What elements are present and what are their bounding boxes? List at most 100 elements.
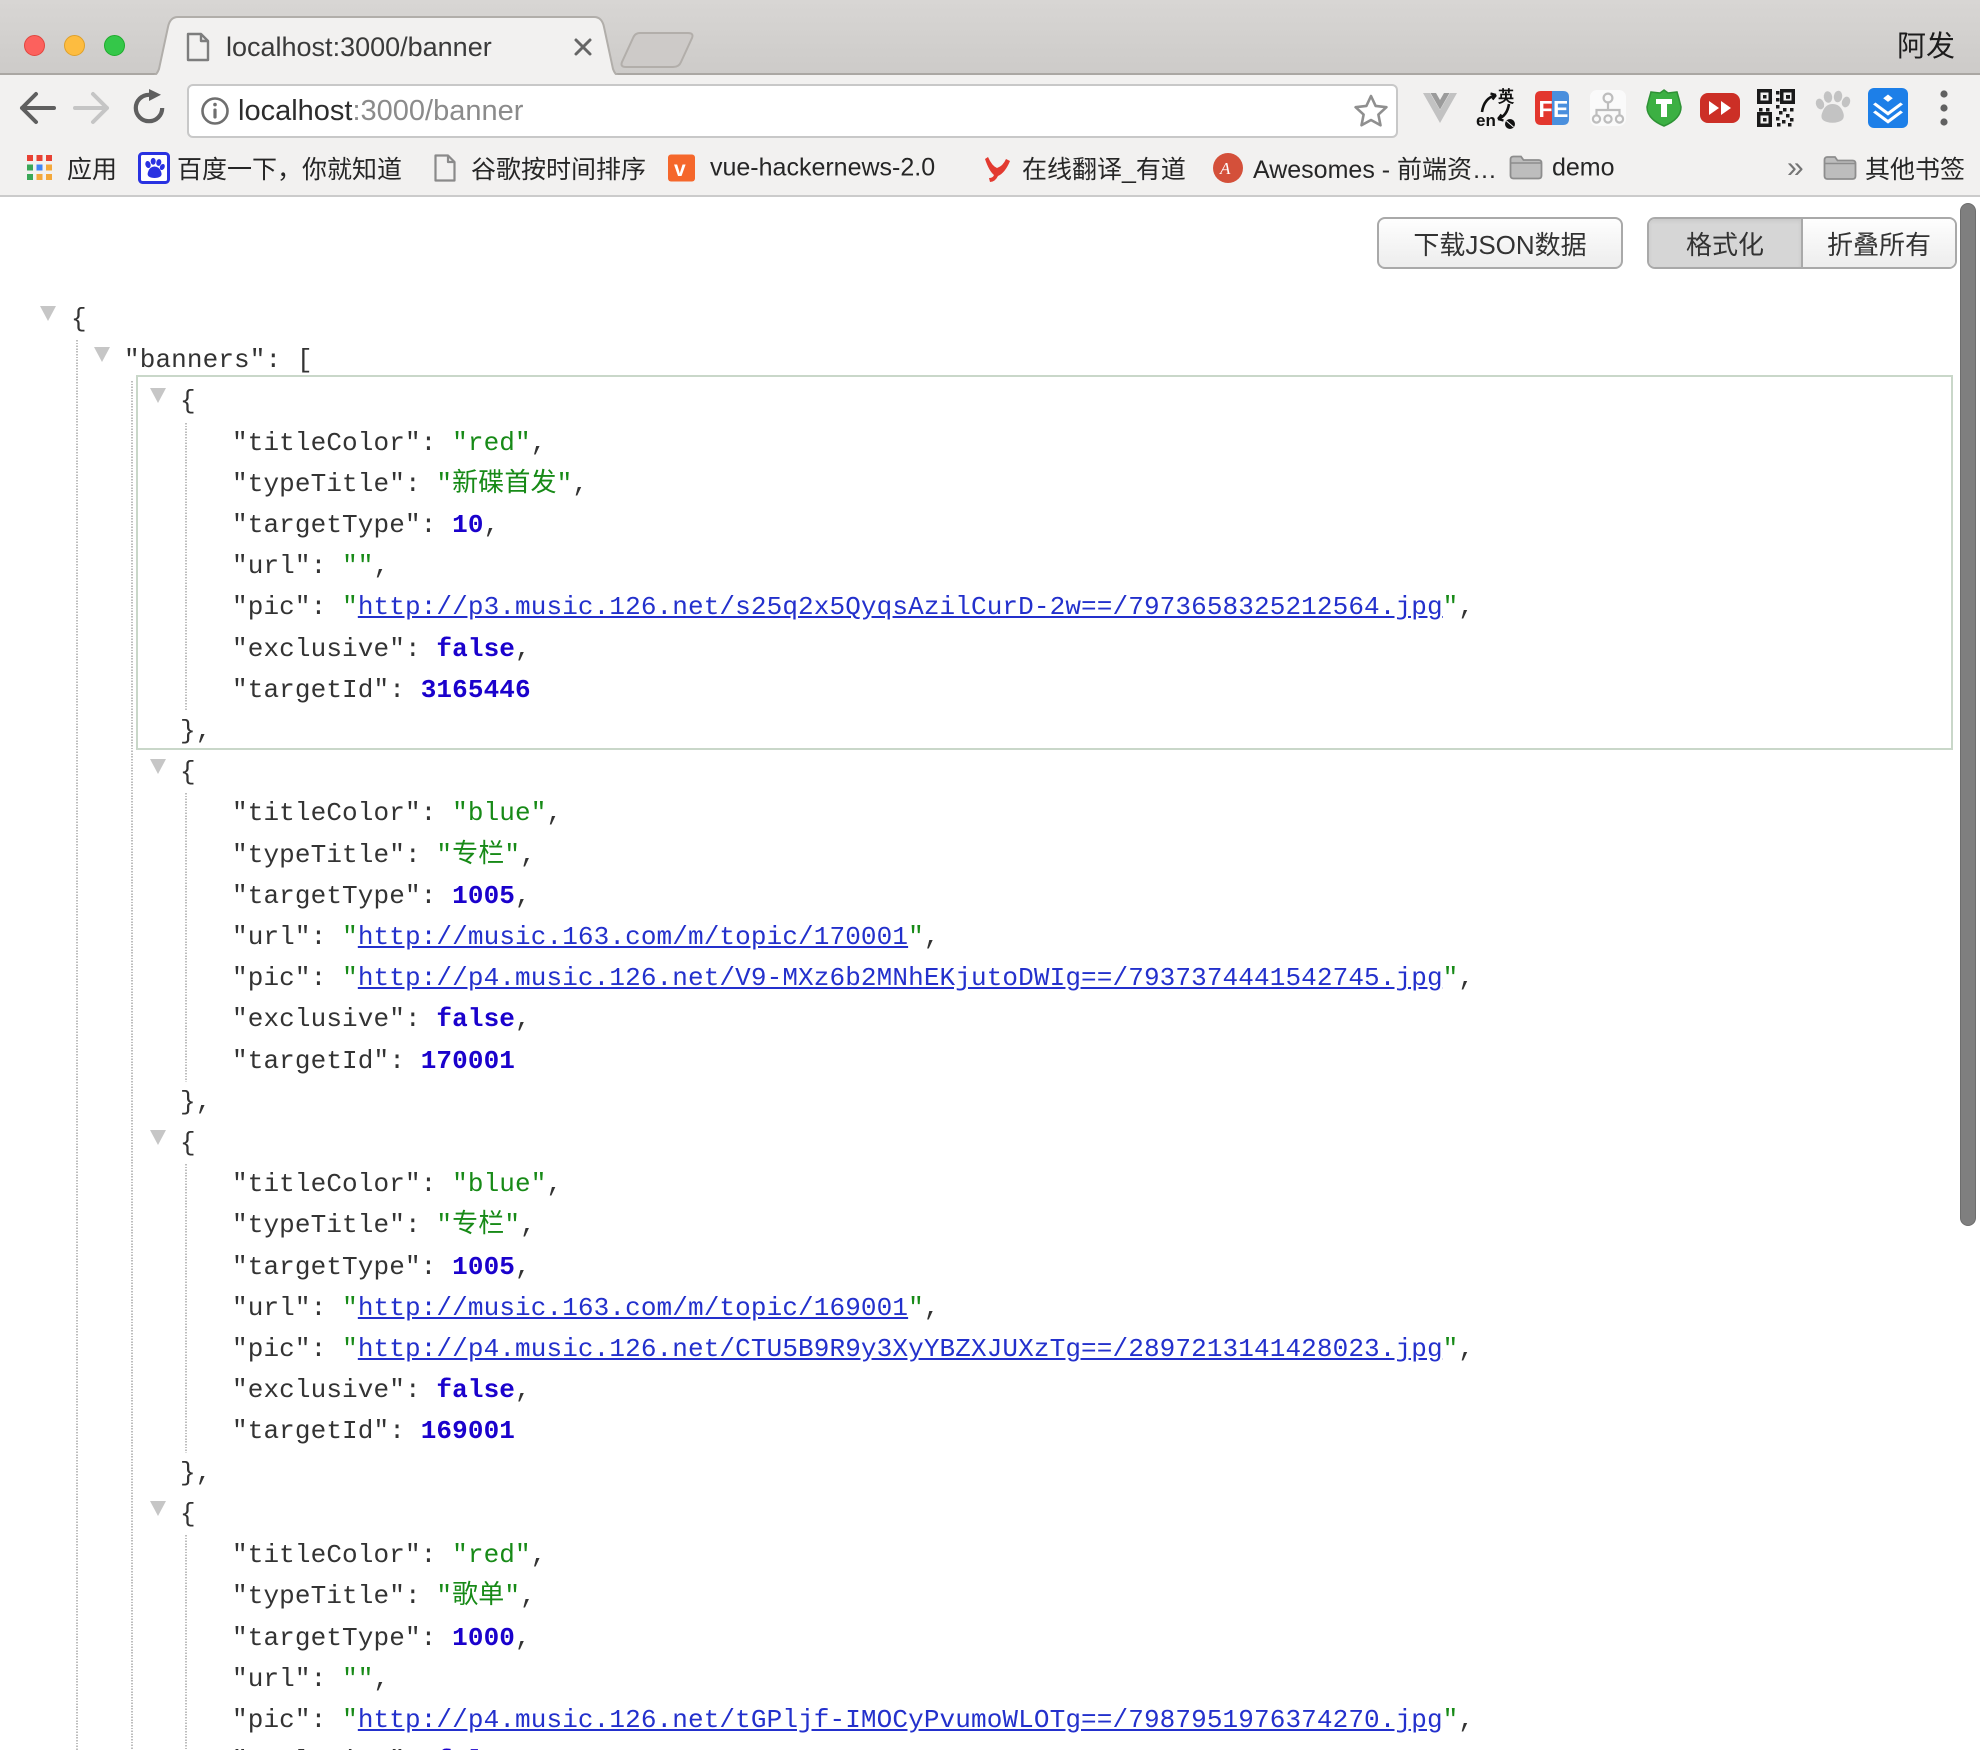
qrcode-icon[interactable] [1748, 80, 1804, 136]
json-key: "targetId" [232, 1416, 389, 1446]
json-property: "exclusive": false, [137, 1741, 1952, 1750]
json-object-open: { [137, 752, 1952, 793]
json-url-link[interactable]: http://p3.music.126.net/s25q2x5QyqsAzilC… [358, 592, 1443, 622]
bookmark-label: 应用 [67, 150, 117, 186]
bookmark-awesomes[interactable]: A Awesomes - 前端资… [1213, 150, 1497, 186]
bookmarks-overflow-chevron[interactable]: » [1787, 151, 1804, 185]
json-url-link[interactable]: http://p4.music.126.net/CTU5B9R9y3XyYBZX… [358, 1334, 1443, 1364]
back-button[interactable] [16, 91, 56, 125]
json-number-value: false [436, 1375, 515, 1405]
bookmark-label: 在线翻译_有道 [1022, 150, 1186, 186]
tab-close-icon[interactable] [568, 32, 598, 62]
json-object-close: }, [137, 1082, 1952, 1123]
translator-icon[interactable]: 英 en [1468, 80, 1524, 136]
bookmark-apps[interactable]: 应用 [27, 150, 117, 186]
json-property: "titleColor": "red", [137, 423, 1952, 464]
json-key: "typeTitle" [232, 840, 405, 870]
juejin-icon[interactable] [1860, 80, 1916, 136]
bookmark-demo-folder[interactable]: demo [1509, 153, 1615, 182]
json-key: "pic" [232, 963, 311, 993]
paw-icon[interactable] [1804, 80, 1860, 136]
json-key: "url" [232, 922, 311, 952]
json-quote: " [342, 1334, 358, 1364]
json-url-link[interactable]: http://music.163.com/m/topic/170001 [358, 922, 908, 952]
format-button[interactable]: 格式化 [1649, 219, 1803, 267]
collapse-triangle-icon[interactable] [40, 306, 56, 321]
json-quote: " [342, 922, 358, 952]
reload-button[interactable] [129, 89, 169, 127]
json-key: "pic" [232, 1705, 311, 1735]
other-bookmarks[interactable]: 其他书签 [1823, 150, 1965, 186]
active-tab[interactable]: localhost:3000/banner [176, 17, 600, 77]
json-number-value: 169001 [421, 1416, 515, 1446]
close-window-button[interactable] [24, 35, 45, 56]
json-number-value: 10 [452, 510, 483, 540]
json-key: "banners" [124, 345, 266, 375]
download-json-button[interactable]: 下载JSON数据 [1377, 217, 1623, 269]
youdao-icon [985, 153, 1012, 183]
fehelper-icon[interactable]: F E [1524, 80, 1580, 136]
json-object-properties: "titleColor": "red","typeTitle": "新碟首发",… [137, 423, 1952, 711]
json-url-link[interactable]: http://p4.music.126.net/tGPljf-IMOCyPvum… [358, 1705, 1443, 1735]
json-quote: " [1443, 1705, 1459, 1735]
bookmark-label: 谷歌按时间排序 [471, 150, 646, 186]
vue-favicon: v [668, 154, 695, 181]
json-string-value: "" [342, 551, 373, 581]
bookmark-vue-hackernews[interactable]: v vue-hackernews-2.0 [668, 153, 935, 182]
json-property: "typeTitle": "专栏", [137, 1205, 1952, 1246]
forward-button[interactable] [73, 91, 113, 125]
collapse-all-button[interactable]: 折叠所有 [1803, 219, 1955, 267]
json-key: "url" [232, 1293, 311, 1323]
json-key: "targetId" [232, 675, 389, 705]
titlebar: localhost:3000/banner 阿发 [0, 0, 1980, 75]
json-array-children: { "titleColor": "red","typeTitle": "新碟首发"… [0, 381, 1980, 1750]
json-key: "titleColor" [232, 1540, 421, 1570]
bookmark-star-icon[interactable] [1352, 92, 1390, 130]
collapse-triangle-icon[interactable] [94, 347, 110, 362]
browser-menu-icon[interactable] [1916, 80, 1972, 136]
json-key: "url" [232, 551, 311, 581]
bookmark-baidu[interactable]: 百度一下，你就知道 [138, 150, 402, 186]
collapse-triangle-icon[interactable] [150, 1130, 166, 1145]
json-object-properties: "titleColor": "red","typeTitle": "歌单","t… [137, 1535, 1952, 1750]
extension-icons: 英 en F E [1412, 75, 1972, 140]
bookmark-label: 百度一下，你就知道 [177, 150, 402, 186]
json-key: "exclusive" [232, 1004, 405, 1034]
json-object-properties: "titleColor": "blue","typeTitle": "专栏","… [137, 1164, 1952, 1452]
collapse-triangle-icon[interactable] [150, 759, 166, 774]
fastforward-icon[interactable] [1692, 80, 1748, 136]
collapse-triangle-icon[interactable] [150, 1501, 166, 1516]
baidu-paw-icon [138, 152, 170, 184]
json-string-value: "专栏" [436, 840, 520, 870]
sitemap-icon[interactable] [1580, 80, 1636, 136]
minimize-window-button[interactable] [64, 35, 85, 56]
json-property: "pic": "http://p3.music.126.net/s25q2x5Q… [137, 587, 1952, 628]
json-key: "targetType" [232, 1252, 421, 1282]
json-quote: " [342, 1293, 358, 1323]
svg-text:英: 英 [1497, 87, 1515, 106]
json-property: "url": "", [137, 546, 1952, 587]
json-quote: " [908, 922, 924, 952]
format-segmented-control: 格式化 折叠所有 [1647, 217, 1957, 269]
json-key: "exclusive" [232, 1746, 405, 1750]
json-number-value: 3165446 [421, 675, 531, 705]
bookmark-google-sort[interactable]: 谷歌按时间排序 [434, 150, 646, 186]
tampermonkey-icon[interactable] [1636, 80, 1692, 136]
json-property: "typeTitle": "歌单", [137, 1576, 1952, 1617]
profile-name[interactable]: 阿发 [1897, 23, 1955, 65]
address-bar[interactable]: localhost:3000/banner [187, 84, 1398, 138]
json-key: "exclusive" [232, 634, 405, 664]
page-info-icon[interactable] [200, 96, 230, 126]
json-banner-object: {"titleColor": "blue","typeTitle": "专栏",… [137, 752, 1952, 1123]
json-url-link[interactable]: http://music.163.com/m/topic/169001 [358, 1293, 908, 1323]
collapse-triangle-icon[interactable] [150, 388, 166, 403]
json-property: "url": "http://music.163.com/m/topic/169… [137, 1288, 1952, 1329]
vue-devtools-icon[interactable] [1412, 80, 1468, 136]
json-property: "exclusive": false, [137, 629, 1952, 670]
json-url-link[interactable]: http://p4.music.126.net/V9-MXz6b2MNhEKju… [358, 963, 1443, 993]
json-string-value: "blue" [452, 798, 546, 828]
scrollbar-thumb[interactable] [1960, 203, 1976, 1226]
new-tab-button[interactable] [618, 30, 708, 70]
bookmark-youdao[interactable]: 在线翻译_有道 [985, 150, 1186, 186]
json-property: "targetType": 1005, [137, 1247, 1952, 1288]
